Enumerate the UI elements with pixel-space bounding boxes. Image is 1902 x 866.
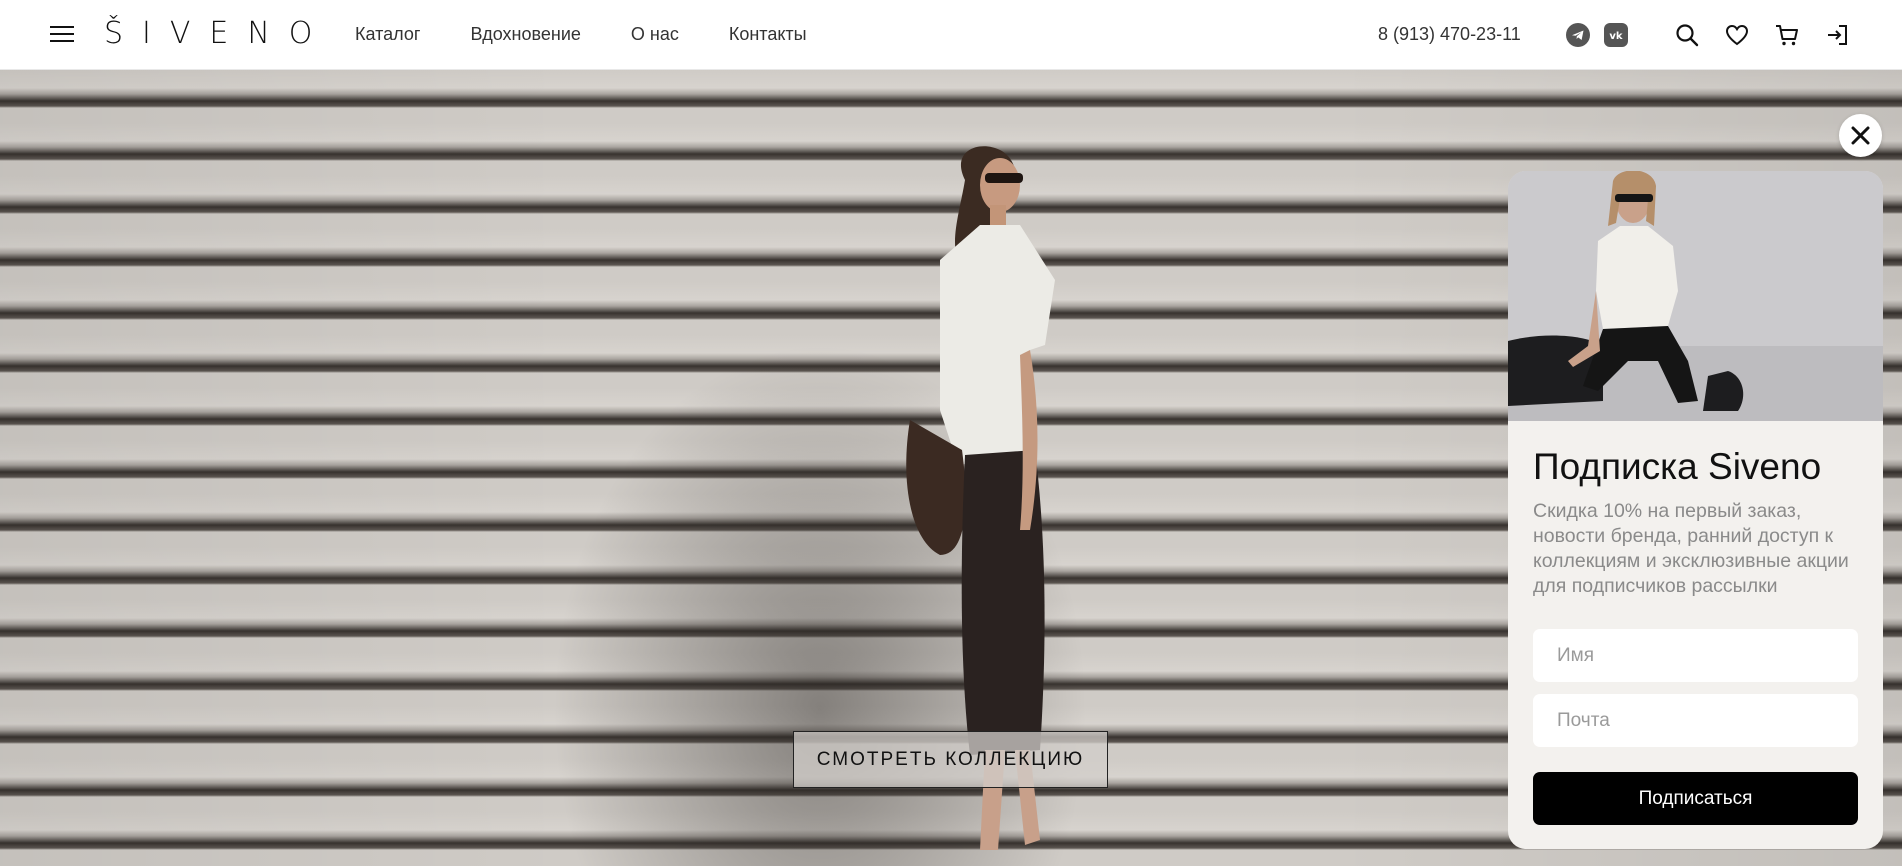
- view-collection-button[interactable]: СМОТРЕТЬ КОЛЛЕКЦИЮ: [793, 731, 1108, 788]
- popup-description: Скидка 10% на первый заказ, новости брен…: [1533, 500, 1849, 597]
- menu-icon[interactable]: [50, 26, 74, 44]
- login-icon[interactable]: [1825, 22, 1851, 48]
- nav-item-about[interactable]: О нас: [631, 24, 679, 45]
- email-field[interactable]: [1533, 694, 1858, 747]
- cart-icon[interactable]: [1774, 22, 1800, 48]
- vk-icon[interactable]: vk: [1604, 23, 1628, 47]
- subscribe-button[interactable]: Подписаться: [1533, 772, 1858, 825]
- name-field[interactable]: [1533, 629, 1858, 682]
- phone-number[interactable]: 8 (913) 470-23-11: [1378, 24, 1521, 45]
- heart-icon[interactable]: [1724, 22, 1750, 48]
- subscription-popup: Подписка Siveno Скидка 10% на первый зак…: [1508, 171, 1883, 849]
- nav-item-catalog[interactable]: Каталог: [355, 24, 420, 45]
- close-icon[interactable]: [1839, 114, 1882, 157]
- main-nav: Каталог Вдохновение О нас Контакты: [355, 24, 807, 45]
- popup-title: Подписка Siveno: [1533, 446, 1822, 487]
- nav-item-contacts[interactable]: Контакты: [729, 24, 807, 45]
- nav-item-inspiration[interactable]: Вдохновение: [470, 24, 580, 45]
- telegram-icon[interactable]: [1566, 23, 1590, 47]
- brand-logo[interactable]: ŠIVENO: [104, 14, 331, 54]
- search-icon[interactable]: [1674, 22, 1700, 48]
- svg-text:vk: vk: [1609, 31, 1623, 42]
- site-header: ŠIVENO Каталог Вдохновение О нас Контакт…: [0, 0, 1902, 70]
- popup-image: [1508, 171, 1883, 421]
